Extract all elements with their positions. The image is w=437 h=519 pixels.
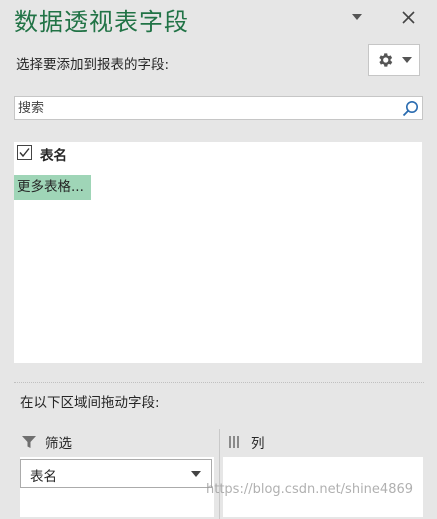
filters-area-header: 筛选 <box>22 432 72 452</box>
search-input[interactable] <box>15 97 401 119</box>
close-icon <box>401 10 415 24</box>
field-label: 表名 <box>40 148 67 164</box>
columns-icon <box>229 436 239 448</box>
search-icon <box>402 100 418 116</box>
pane-title: 数据透视表字段 <box>14 8 189 36</box>
chevron-down-icon <box>402 57 412 63</box>
field-item[interactable]: 表名 <box>14 142 134 164</box>
close-button[interactable] <box>398 7 418 27</box>
filters-area-label: 筛选 <box>45 436 72 452</box>
field-checkbox[interactable] <box>17 145 32 160</box>
filter-field-dropdown[interactable]: 表名 <box>20 459 212 488</box>
area-separator <box>219 429 220 519</box>
chevron-down-icon <box>191 471 201 477</box>
checkmark-icon <box>19 148 30 158</box>
section-divider <box>14 382 424 383</box>
search-button[interactable] <box>400 98 420 118</box>
tools-button[interactable] <box>368 44 420 76</box>
watermark: https://blog.csdn.net/shine4869 <box>206 482 414 497</box>
columns-area-label: 列 <box>251 436 265 452</box>
filter-field-value: 表名 <box>30 469 57 485</box>
task-pane-options-button[interactable] <box>348 8 366 26</box>
search-box <box>14 96 423 120</box>
chevron-down-icon <box>352 14 362 20</box>
funnel-icon <box>22 435 36 448</box>
columns-area-header: 列 <box>229 432 265 452</box>
more-tables-link[interactable]: 更多表格... <box>14 175 91 200</box>
areas-instruction: 在以下区域间拖动字段: <box>20 395 160 411</box>
field-list: 表名 更多表格... <box>14 142 422 363</box>
field-list-instruction: 选择要添加到报表的字段: <box>16 57 170 73</box>
gear-icon <box>379 53 393 67</box>
